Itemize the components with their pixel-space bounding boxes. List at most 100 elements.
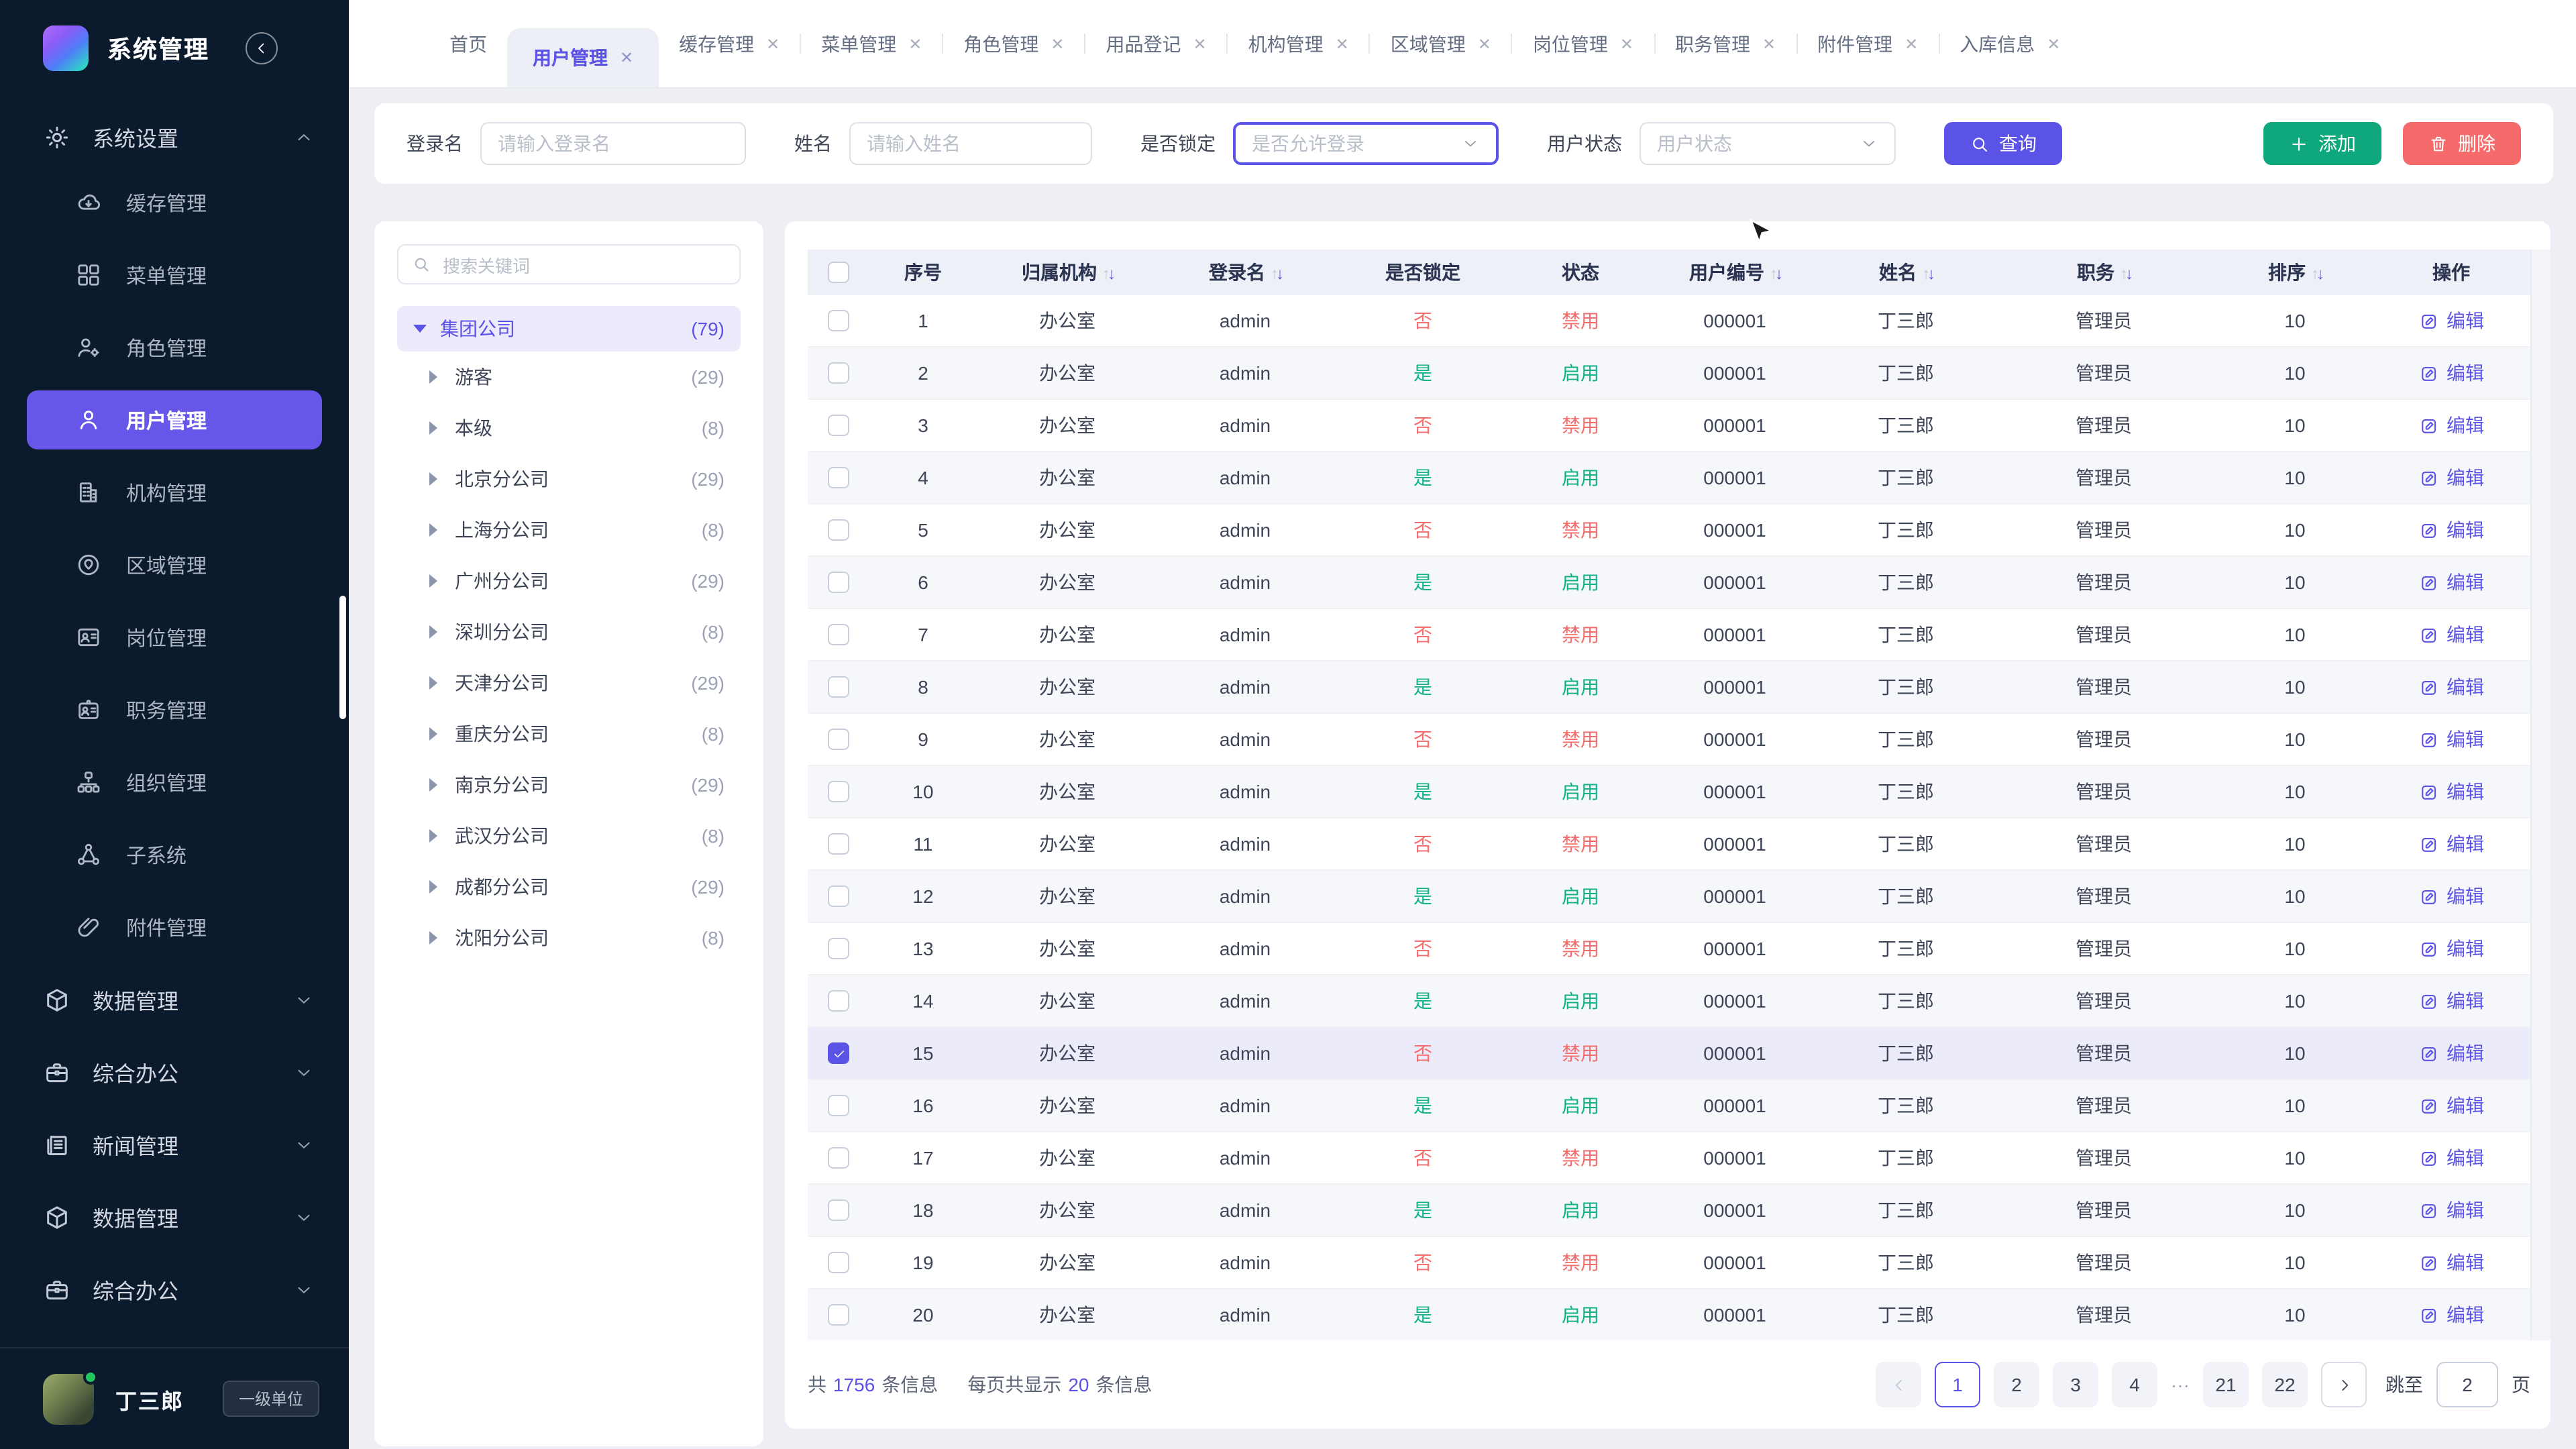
tree-node-游客[interactable]: 游客(29) xyxy=(397,352,741,402)
table-row[interactable]: 7办公室admin否禁用000001丁三郎管理员10编辑 xyxy=(808,608,2530,660)
filter-input-姓名[interactable] xyxy=(849,122,1092,165)
filter-input-登录名[interactable] xyxy=(480,122,746,165)
table-row[interactable]: 12办公室admin是启用000001丁三郎管理员10编辑 xyxy=(808,869,2530,922)
next-page-button[interactable] xyxy=(2321,1362,2367,1407)
row-checkbox[interactable] xyxy=(828,938,849,959)
sidebar-group-新闻管理[interactable]: 新闻管理 xyxy=(0,1108,349,1181)
edit-button[interactable]: 编辑 xyxy=(2372,987,2530,1014)
row-checkbox[interactable] xyxy=(828,467,849,488)
select-all-checkbox[interactable] xyxy=(828,261,849,282)
sidebar-group-数据管理[interactable]: 数据管理 xyxy=(0,963,349,1036)
sidebar-group-系统设置[interactable]: 系统设置 xyxy=(0,107,349,166)
tree-node-天津分公司[interactable]: 天津分公司(29) xyxy=(397,657,741,708)
close-icon[interactable]: ✕ xyxy=(1620,34,1633,53)
search-button[interactable]: 查询 xyxy=(1944,122,2062,165)
tree-node-沈阳分公司[interactable]: 沈阳分公司(8) xyxy=(397,912,741,963)
sidebar-item-用户管理[interactable]: 用户管理 xyxy=(0,384,349,456)
edit-button[interactable]: 编辑 xyxy=(2372,307,2530,334)
caret-right-icon[interactable] xyxy=(429,880,437,894)
close-icon[interactable]: ✕ xyxy=(1478,34,1491,53)
column-header-归属机构[interactable]: 归属机构↑↓ xyxy=(977,258,1158,285)
table-row[interactable]: 19办公室admin否禁用000001丁三郎管理员10编辑 xyxy=(808,1236,2530,1288)
sidebar-item-机构管理[interactable]: 机构管理 xyxy=(0,456,349,529)
tree-node-南京分公司[interactable]: 南京分公司(29) xyxy=(397,759,741,810)
sidebar-item-职务管理[interactable]: 职务管理 xyxy=(0,674,349,746)
tab-菜单管理[interactable]: 菜单管理✕ xyxy=(801,0,942,88)
text-input[interactable] xyxy=(498,133,729,154)
sidebar-item-岗位管理[interactable]: 岗位管理 xyxy=(0,601,349,674)
edit-button[interactable]: 编辑 xyxy=(2372,621,2530,648)
tree-node-本级[interactable]: 本级(8) xyxy=(397,402,741,453)
row-checkbox[interactable] xyxy=(828,729,849,750)
page-button-3[interactable]: 3 xyxy=(2053,1362,2098,1407)
row-checkbox[interactable] xyxy=(828,362,849,384)
caret-down-icon[interactable] xyxy=(413,325,427,333)
caret-right-icon[interactable] xyxy=(429,931,437,945)
edit-button[interactable]: 编辑 xyxy=(2372,517,2530,543)
edit-button[interactable]: 编辑 xyxy=(2372,1092,2530,1119)
edit-button[interactable]: 编辑 xyxy=(2372,935,2530,962)
sort-icon[interactable]: ↑↓ xyxy=(1271,264,1281,282)
delete-button[interactable]: 删除 xyxy=(2403,122,2521,165)
table-row[interactable]: 16办公室admin是启用000001丁三郎管理员10编辑 xyxy=(808,1079,2530,1131)
tab-区域管理[interactable]: 区域管理✕ xyxy=(1371,0,1511,88)
tab-职务管理[interactable]: 职务管理✕ xyxy=(1655,0,1796,88)
row-checkbox[interactable] xyxy=(828,519,849,541)
row-checkbox[interactable] xyxy=(828,1252,849,1273)
page-button-4[interactable]: 4 xyxy=(2112,1362,2157,1407)
table-row[interactable]: 11办公室admin否禁用000001丁三郎管理员10编辑 xyxy=(808,817,2530,869)
row-checkbox[interactable] xyxy=(828,310,849,331)
row-checkbox[interactable] xyxy=(828,1304,849,1326)
sidebar-collapse-button[interactable] xyxy=(246,32,278,64)
close-icon[interactable]: ✕ xyxy=(908,34,922,53)
jump-page-input[interactable]: 2 xyxy=(2436,1362,2498,1407)
row-checkbox[interactable] xyxy=(828,624,849,645)
tab-入库信息[interactable]: 入库信息✕ xyxy=(1939,0,2080,88)
column-header-职务[interactable]: 职务↑↓ xyxy=(1990,258,2218,285)
tree-node-深圳分公司[interactable]: 深圳分公司(8) xyxy=(397,606,741,657)
close-icon[interactable]: ✕ xyxy=(1762,34,1776,53)
edit-button[interactable]: 编辑 xyxy=(2372,778,2530,805)
sidebar-group-综合办公[interactable]: 综合办公 xyxy=(0,1036,349,1108)
edit-button[interactable]: 编辑 xyxy=(2372,1249,2530,1276)
sort-icon[interactable]: ↑↓ xyxy=(1922,264,1933,282)
close-icon[interactable]: ✕ xyxy=(1051,34,1064,53)
row-checkbox[interactable] xyxy=(828,781,849,802)
sidebar-item-角色管理[interactable]: 角色管理 xyxy=(0,311,349,384)
table-row[interactable]: 18办公室admin是启用000001丁三郎管理员10编辑 xyxy=(808,1183,2530,1236)
row-checkbox[interactable] xyxy=(828,833,849,855)
close-icon[interactable]: ✕ xyxy=(2047,34,2060,53)
table-row[interactable]: 20办公室admin是启用000001丁三郎管理员10编辑 xyxy=(808,1288,2530,1340)
row-checkbox[interactable] xyxy=(828,572,849,593)
sidebar-item-区域管理[interactable]: 区域管理 xyxy=(0,529,349,601)
table-row[interactable]: 8办公室admin是启用000001丁三郎管理员10编辑 xyxy=(808,660,2530,712)
tab-附件管理[interactable]: 附件管理✕ xyxy=(1797,0,1938,88)
sidebar-item-子系统[interactable]: 子系统 xyxy=(0,818,349,891)
row-checkbox[interactable] xyxy=(828,990,849,1012)
edit-button[interactable]: 编辑 xyxy=(2372,883,2530,910)
close-icon[interactable]: ✕ xyxy=(1336,34,1349,53)
caret-right-icon[interactable] xyxy=(429,472,437,486)
close-icon[interactable]: ✕ xyxy=(766,34,780,53)
tree-node-武汉分公司[interactable]: 武汉分公司(8) xyxy=(397,810,741,861)
caret-right-icon[interactable] xyxy=(429,625,437,639)
edit-button[interactable]: 编辑 xyxy=(2372,1040,2530,1067)
add-button[interactable]: 添加 xyxy=(2263,122,2381,165)
table-row[interactable]: 3办公室admin否禁用000001丁三郎管理员10编辑 xyxy=(808,398,2530,451)
table-row[interactable]: 1办公室admin否禁用000001丁三郎管理员10编辑 xyxy=(808,294,2530,346)
edit-button[interactable]: 编辑 xyxy=(2372,674,2530,700)
edit-button[interactable]: 编辑 xyxy=(2372,464,2530,491)
table-row[interactable]: 4办公室admin是启用000001丁三郎管理员10编辑 xyxy=(808,451,2530,503)
avatar[interactable] xyxy=(43,1373,94,1424)
table-row[interactable]: 15办公室admin否禁用000001丁三郎管理员10编辑 xyxy=(808,1026,2530,1079)
caret-right-icon[interactable] xyxy=(429,829,437,843)
row-checkbox[interactable] xyxy=(828,1095,849,1116)
edit-button[interactable]: 编辑 xyxy=(2372,726,2530,753)
sort-icon[interactable]: ↑↓ xyxy=(1770,264,1780,282)
tree-node-成都分公司[interactable]: 成都分公司(29) xyxy=(397,861,741,912)
tree-node-北京分公司[interactable]: 北京分公司(29) xyxy=(397,453,741,504)
row-checkbox[interactable] xyxy=(828,1199,849,1221)
tab-机构管理[interactable]: 机构管理✕ xyxy=(1228,0,1369,88)
table-row[interactable]: 10办公室admin是启用000001丁三郎管理员10编辑 xyxy=(808,765,2530,817)
tree-node-广州分公司[interactable]: 广州分公司(29) xyxy=(397,555,741,606)
